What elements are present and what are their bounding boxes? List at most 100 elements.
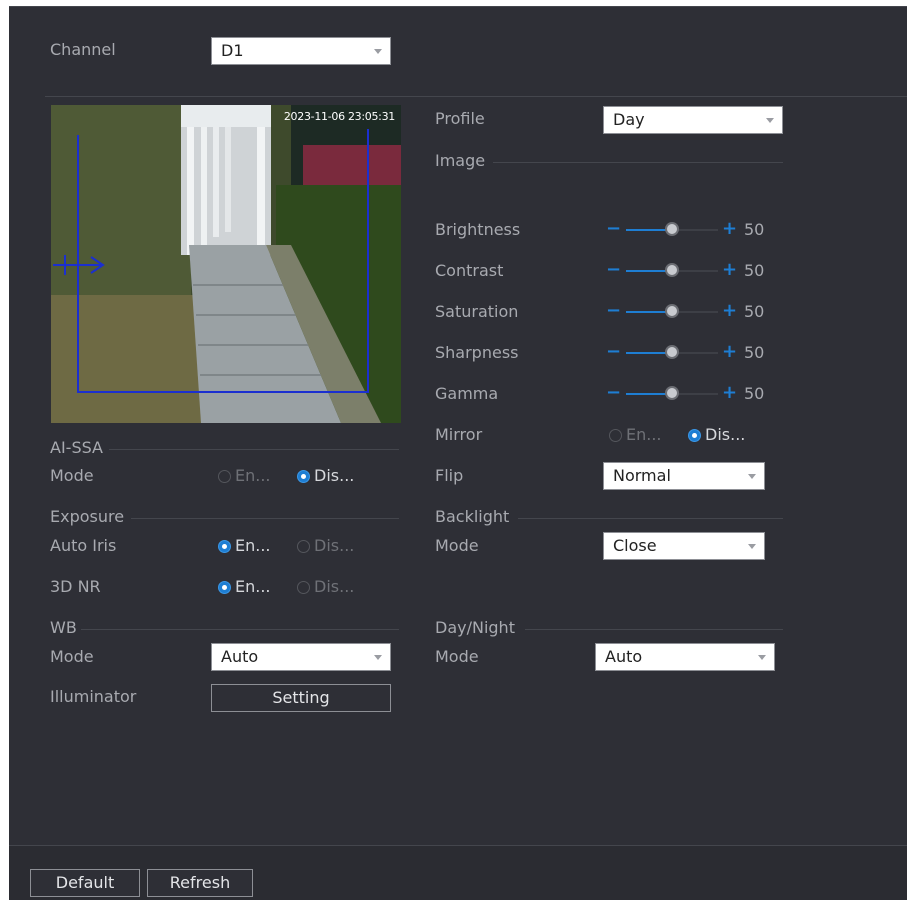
flip-label: Flip <box>435 466 464 485</box>
radio-selected-icon <box>297 469 310 483</box>
slider-handle[interactable] <box>665 263 679 277</box>
refresh-button[interactable]: Refresh <box>147 869 253 897</box>
slider-handle[interactable] <box>665 304 679 318</box>
brightness-value: 50 <box>744 220 765 239</box>
backlight-mode-value: Close <box>613 536 657 555</box>
3d-nr-enable-radio[interactable]: En... <box>218 577 271 597</box>
backlight-section-divider <box>518 518 783 519</box>
caret-down-icon <box>748 544 756 549</box>
day-night-section-divider <box>525 629 783 630</box>
exposure-section-divider <box>131 518 399 519</box>
caret-down-icon <box>766 118 774 123</box>
radio-label: Dis... <box>705 425 746 444</box>
radio-label: En... <box>626 425 662 444</box>
camera-preview-image <box>51 105 401 423</box>
illuminator-label: Illuminator <box>50 687 137 706</box>
ai-ssa-disable-radio[interactable]: Dis... <box>297 466 354 486</box>
auto-iris-label: Auto Iris <box>50 536 117 555</box>
caret-down-icon <box>374 655 382 660</box>
radio-label: Dis... <box>314 577 355 596</box>
channel-label: Channel <box>50 40 116 59</box>
3d-nr-label: 3D NR <box>50 577 101 596</box>
ai-ssa-section-title: AI-SSA <box>50 438 103 457</box>
day-night-mode-select[interactable]: Auto <box>595 643 775 671</box>
ai-ssa-section-divider <box>109 449 399 450</box>
auto-iris-enable-radio[interactable]: En... <box>218 536 271 556</box>
slider-handle[interactable] <box>665 345 679 359</box>
radio-selected-icon <box>218 580 231 594</box>
wb-section-title: WB <box>50 618 77 637</box>
gamma-value: 50 <box>744 384 765 403</box>
minus-icon[interactable]: − <box>606 301 621 321</box>
radio-selected-icon <box>688 428 701 442</box>
brightness-label: Brightness <box>435 220 521 239</box>
sharpness-slider[interactable]: − + 50 <box>606 342 786 363</box>
channel-select-value: D1 <box>221 41 244 60</box>
plus-icon[interactable]: + <box>722 383 737 403</box>
auto-iris-disable-radio[interactable]: Dis... <box>297 536 354 556</box>
top-divider <box>9 6 907 7</box>
contrast-label: Contrast <box>435 261 504 280</box>
3d-nr-disable-radio[interactable]: Dis... <box>297 577 354 597</box>
day-night-mode-value: Auto <box>605 647 643 666</box>
camera-preview: 2023-11-06 23:05:31 <box>51 105 401 423</box>
radio-label: En... <box>235 577 271 596</box>
backlight-mode-select[interactable]: Close <box>603 532 765 560</box>
flip-select[interactable]: Normal <box>603 462 765 490</box>
caret-down-icon <box>758 655 766 660</box>
mirror-label: Mirror <box>435 425 483 444</box>
gamma-label: Gamma <box>435 384 499 403</box>
ai-ssa-mode-label: Mode <box>50 466 94 485</box>
minus-icon[interactable]: − <box>606 260 621 280</box>
image-section-divider <box>493 162 783 163</box>
profile-select[interactable]: Day <box>603 106 783 134</box>
exposure-section-title: Exposure <box>50 507 125 526</box>
radio-selected-icon <box>218 539 231 553</box>
minus-icon[interactable]: − <box>606 219 621 239</box>
radio-label: En... <box>235 536 271 555</box>
footer-bar: Default Refresh <box>9 845 907 900</box>
ai-ssa-enable-radio[interactable]: En... <box>218 466 271 486</box>
contrast-value: 50 <box>744 261 765 280</box>
wb-mode-select[interactable]: Auto <box>211 643 391 671</box>
channel-divider <box>45 96 907 97</box>
wb-section-divider <box>81 629 399 630</box>
plus-icon[interactable]: + <box>722 219 737 239</box>
radio-label: Dis... <box>314 536 355 555</box>
slider-handle[interactable] <box>665 386 679 400</box>
minus-icon[interactable]: − <box>606 383 621 403</box>
channel-select[interactable]: D1 <box>211 37 391 65</box>
illuminator-setting-button[interactable]: Setting <box>211 684 391 712</box>
radio-icon <box>297 580 310 594</box>
saturation-slider[interactable]: − + 50 <box>606 301 786 322</box>
backlight-mode-label: Mode <box>435 536 479 555</box>
slider-handle[interactable] <box>665 222 679 236</box>
mirror-enable-radio[interactable]: En... <box>609 425 662 445</box>
profile-select-value: Day <box>613 110 645 129</box>
wb-mode-label: Mode <box>50 647 94 666</box>
profile-label: Profile <box>435 109 485 128</box>
caret-down-icon <box>374 49 382 54</box>
image-settings-panel: Channel D1 2023-11-06 23:05:31 Profile D… <box>9 6 907 900</box>
radio-icon <box>218 469 231 483</box>
minus-icon[interactable]: − <box>606 342 621 362</box>
radio-icon <box>297 539 310 553</box>
contrast-slider[interactable]: − + 50 <box>606 260 786 281</box>
plus-icon[interactable]: + <box>722 342 737 362</box>
brightness-slider[interactable]: − + 50 <box>606 219 786 240</box>
flip-select-value: Normal <box>613 466 671 485</box>
saturation-value: 50 <box>744 302 765 321</box>
caret-down-icon <box>748 474 756 479</box>
day-night-mode-label: Mode <box>435 647 479 666</box>
preview-timestamp: 2023-11-06 23:05:31 <box>283 110 395 123</box>
mirror-disable-radio[interactable]: Dis... <box>688 425 745 445</box>
gamma-slider[interactable]: − + 50 <box>606 383 786 404</box>
default-button[interactable]: Default <box>30 869 140 897</box>
wb-mode-value: Auto <box>221 647 259 666</box>
radio-label: Dis... <box>314 466 355 485</box>
radio-icon <box>609 428 622 442</box>
plus-icon[interactable]: + <box>722 301 737 321</box>
radio-label: En... <box>235 466 271 485</box>
plus-icon[interactable]: + <box>722 260 737 280</box>
sharpness-value: 50 <box>744 343 765 362</box>
